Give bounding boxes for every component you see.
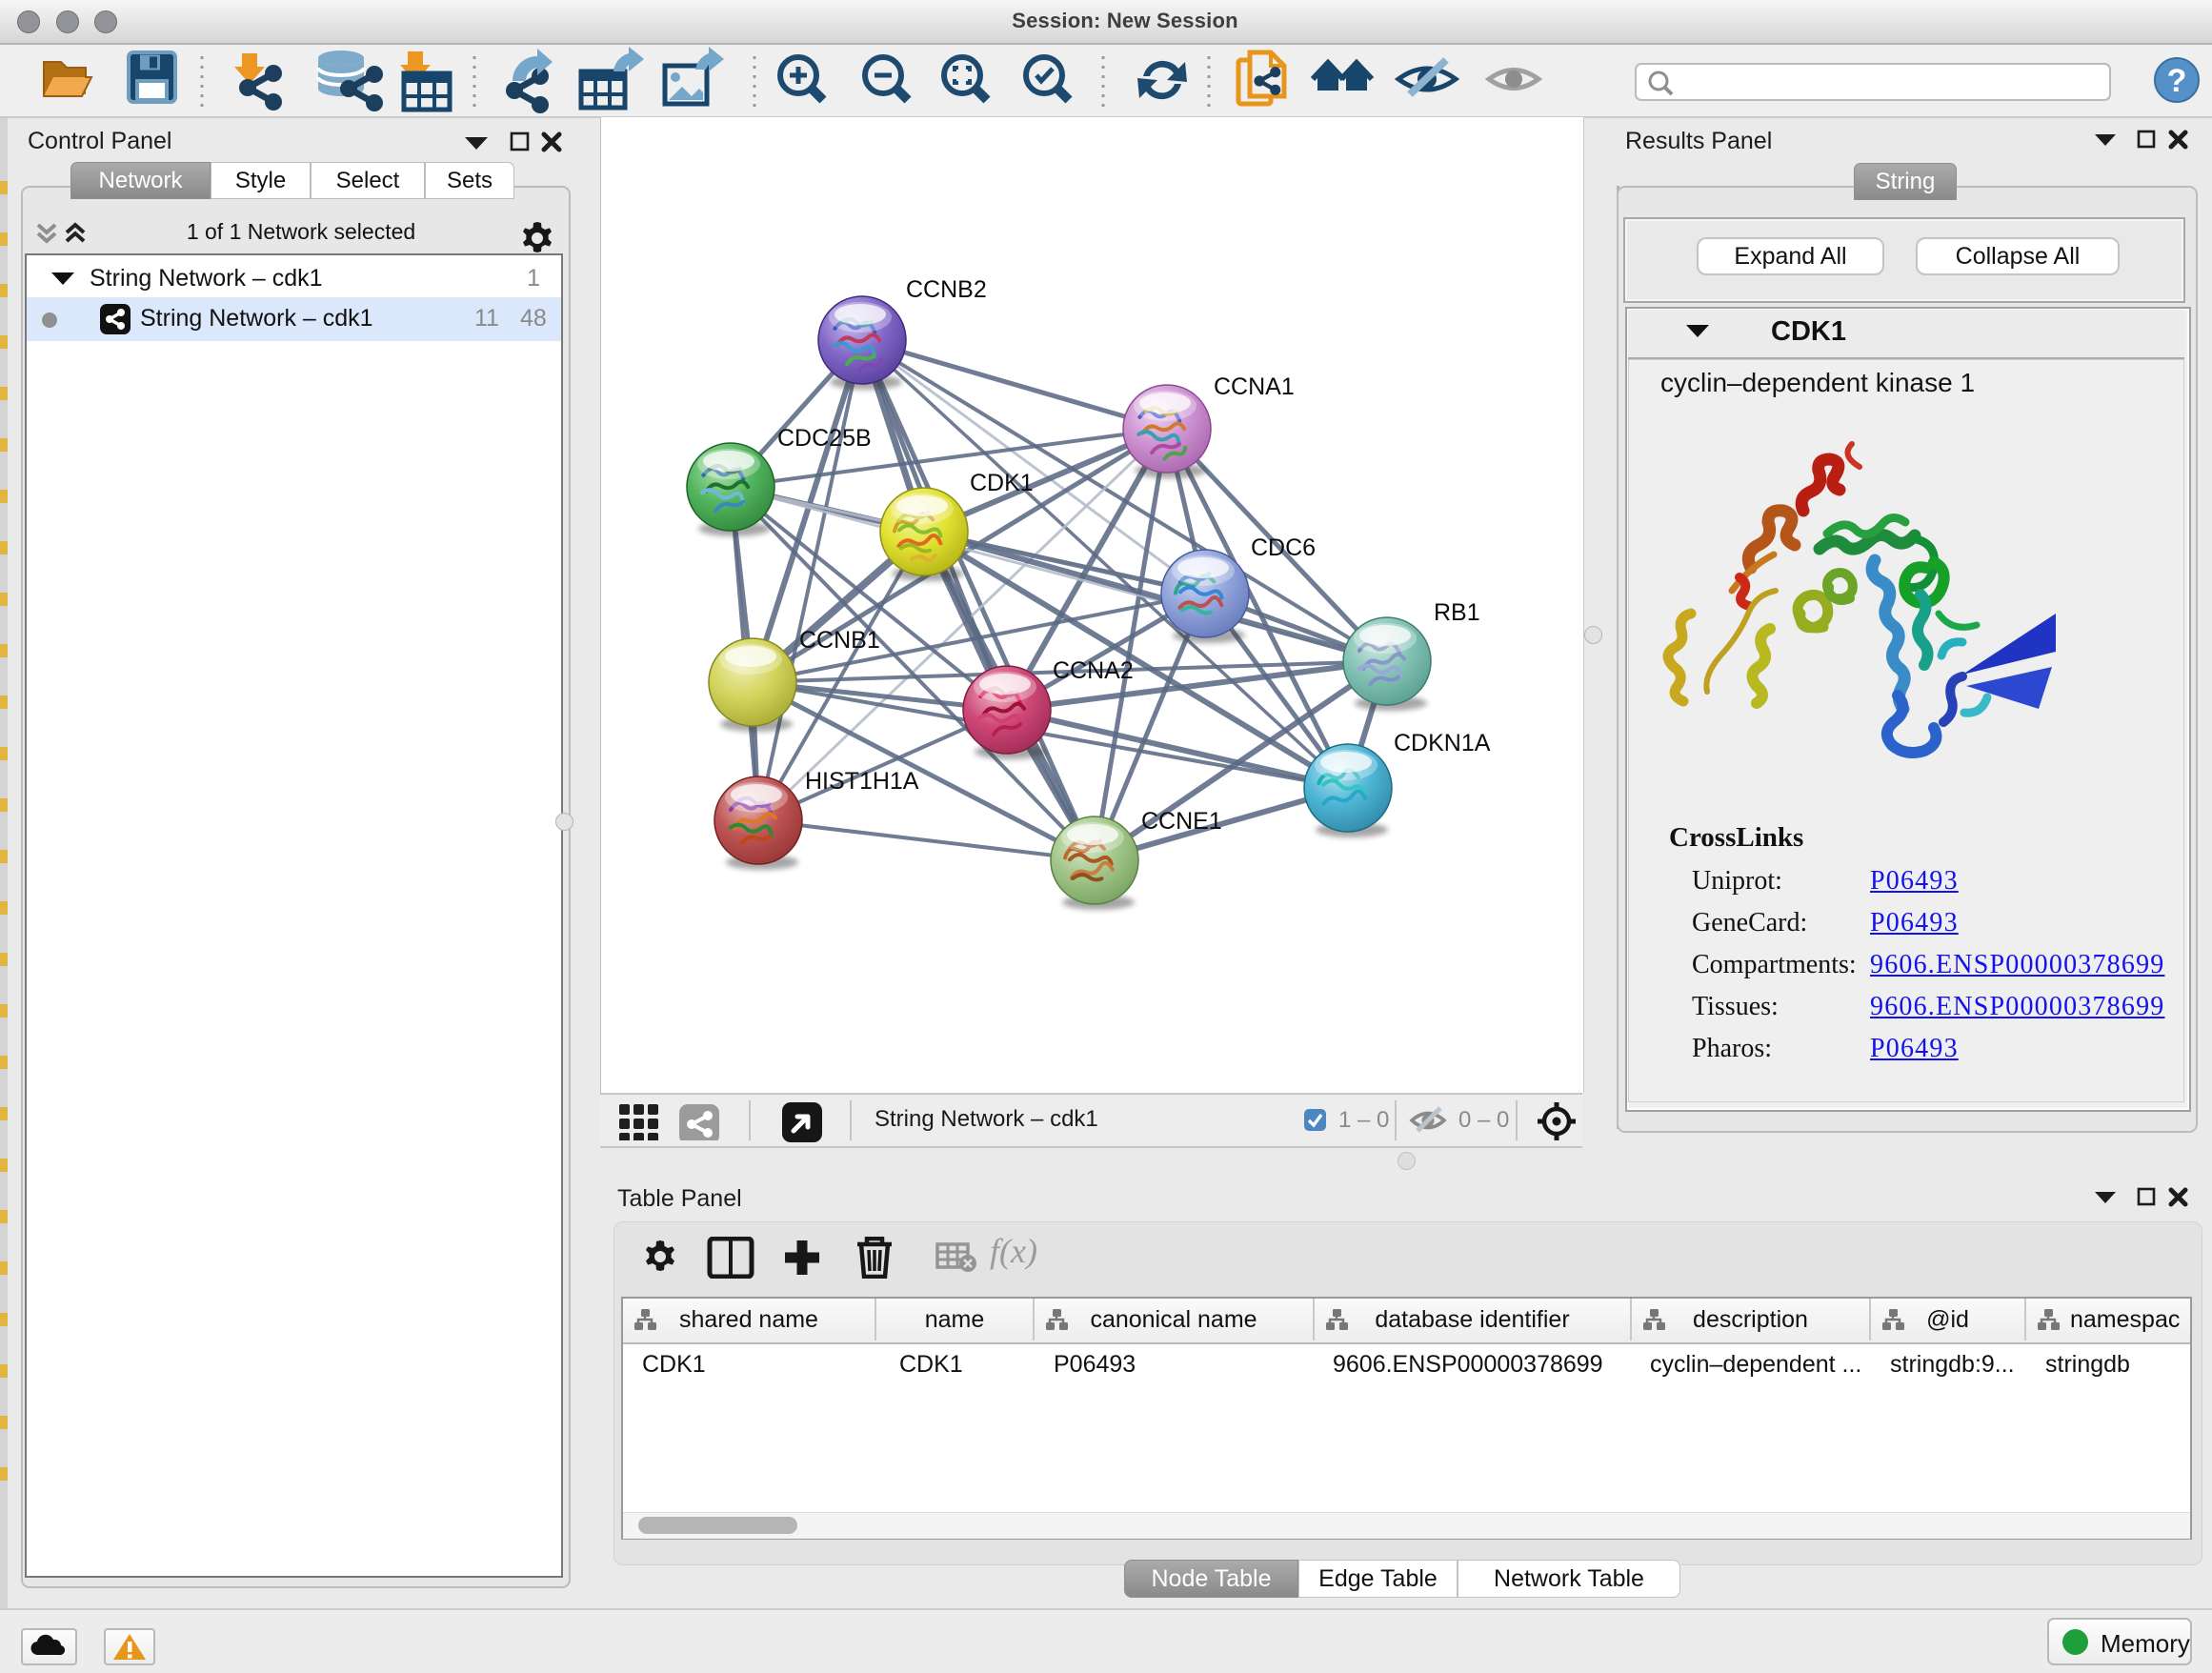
- svg-text:CDK1: CDK1: [970, 470, 1034, 496]
- svg-text:CCNB1: CCNB1: [799, 627, 880, 654]
- svg-text:CCNA1: CCNA1: [1214, 373, 1295, 400]
- svg-text:CCNA2: CCNA2: [1053, 657, 1134, 684]
- svg-text:HIST1H1A: HIST1H1A: [805, 768, 919, 795]
- svg-text:CDC25B: CDC25B: [777, 425, 872, 452]
- svg-text:CDKN1A: CDKN1A: [1394, 730, 1491, 756]
- svg-text:?: ?: [2167, 63, 2187, 99]
- svg-text:CDC6: CDC6: [1251, 534, 1316, 561]
- svg-text:CCNB2: CCNB2: [906, 276, 987, 303]
- svg-text:CCNE1: CCNE1: [1141, 808, 1222, 835]
- svg-text:RB1: RB1: [1434, 599, 1480, 626]
